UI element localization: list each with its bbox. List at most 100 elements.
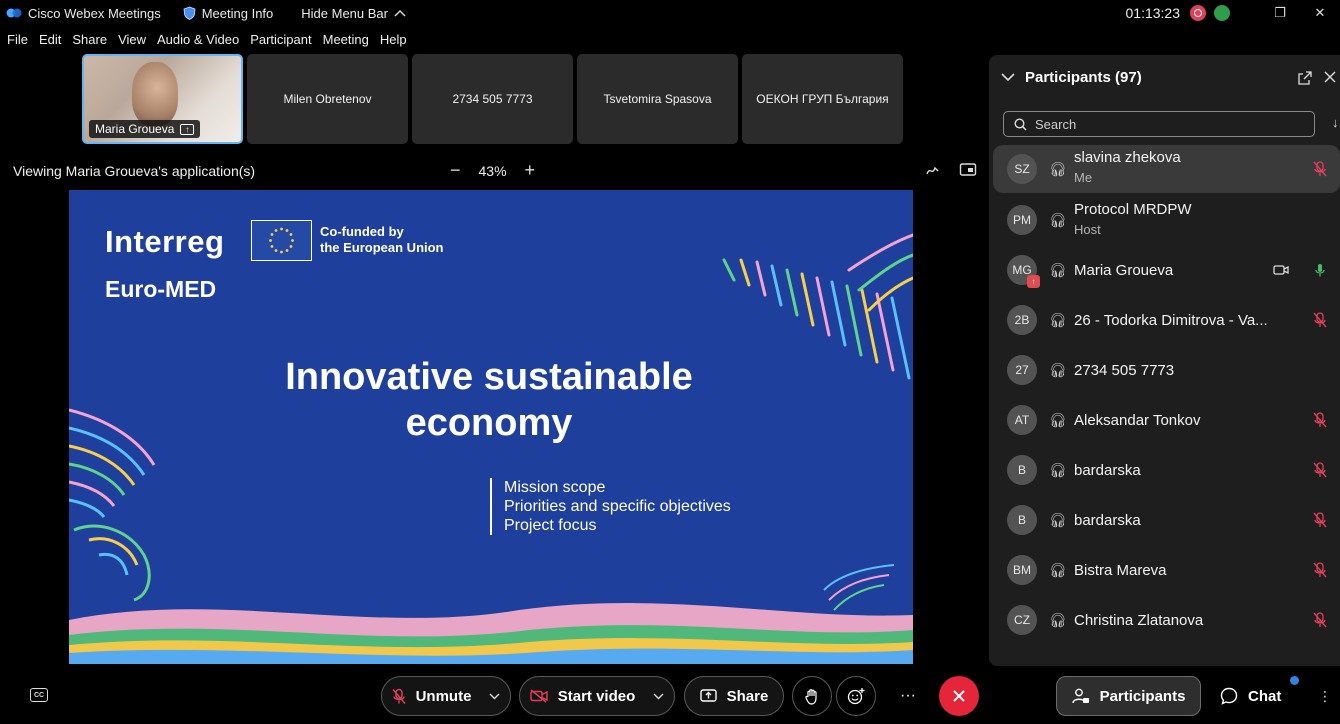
participant-role: Me: [1074, 170, 1093, 185]
thumbnail-name: 2734 505 7773: [452, 92, 533, 106]
headset-icon: 🎧︎: [1049, 311, 1067, 328]
avatar: PM: [1007, 205, 1037, 235]
mic-muted-icon[interactable]: [1313, 161, 1327, 177]
eu-flag: [251, 220, 312, 261]
headset-icon: 🎧︎: [1049, 261, 1067, 278]
menu-audio-video[interactable]: Audio & Video: [157, 32, 239, 52]
network-stats-icon[interactable]: [1214, 5, 1230, 21]
reactions-button[interactable]: [836, 676, 876, 716]
mic-muted-icon[interactable]: [1313, 512, 1327, 528]
chat-button[interactable]: Chat: [1220, 676, 1281, 716]
thumbnail-name: ОЕКОН ГРУП България: [756, 92, 889, 106]
avatar: 27: [1007, 355, 1037, 385]
unmute-label: Unmute: [415, 687, 472, 705]
participant-search-input[interactable]: Search: [1003, 111, 1315, 137]
participant-row[interactable]: BM 🎧︎ Bistra Mareva: [993, 545, 1340, 595]
restore-window-icon[interactable]: ❐: [1260, 5, 1300, 21]
leave-meeting-button[interactable]: [939, 676, 979, 716]
participant-row[interactable]: SZ 🎧︎ slavina zhekova Me: [993, 145, 1340, 193]
mic-active-icon[interactable]: [1315, 263, 1325, 277]
viewing-label: Viewing Maria Groueva's application(s): [13, 163, 256, 179]
shared-content: Interreg Euro-MED Co-funded by the Europ…: [69, 190, 913, 664]
participants-title: Participants (97): [1025, 69, 1142, 86]
participant-row[interactable]: MG ↑ 🎧︎ Maria Groueva: [993, 245, 1340, 295]
slide-title-line-2: economy: [405, 402, 573, 444]
start-video-button[interactable]: Start video: [519, 676, 675, 716]
zoom-control: − 43% +: [450, 160, 535, 181]
mic-muted-icon[interactable]: [1313, 462, 1327, 478]
headset-icon: 🎧︎: [1049, 561, 1067, 578]
meeting-info-label: Meeting Info: [201, 5, 274, 21]
mic-muted-icon: [392, 688, 406, 704]
unmute-button[interactable]: Unmute: [381, 676, 511, 716]
more-panels-icon[interactable]: ⋮: [1318, 688, 1332, 705]
recording-icon[interactable]: [1190, 5, 1206, 21]
thumbnail-participant[interactable]: ОЕКОН ГРУП България: [742, 54, 903, 144]
thumbnail-participant[interactable]: Tsvetomira Spasova: [577, 54, 738, 144]
participants-panel-header[interactable]: Participants (97): [1001, 69, 1142, 86]
participant-row[interactable]: PM 🎧︎ Protocol MRDPW Host: [993, 195, 1340, 245]
sort-icon[interactable]: ↓: [1332, 115, 1339, 130]
participant-row[interactable]: B 🎧︎ bardarska: [993, 495, 1340, 545]
zoom-in-button[interactable]: +: [525, 160, 536, 181]
pop-out-view-icon[interactable]: [959, 162, 977, 180]
raise-hand-button[interactable]: [792, 676, 832, 716]
headset-icon: 🎧︎: [1049, 461, 1067, 478]
menu-edit[interactable]: Edit: [39, 32, 61, 52]
mic-muted-icon[interactable]: [1313, 412, 1327, 428]
meeting-timer: 01:13:23: [1125, 5, 1181, 21]
close-panel-icon[interactable]: [1324, 71, 1336, 83]
participant-row[interactable]: B 🎧︎ bardarska: [993, 445, 1340, 495]
menu-file[interactable]: File: [7, 32, 28, 52]
thumbnail-name: Maria Groueva: [95, 122, 175, 136]
close-window-icon[interactable]: ✕: [1300, 5, 1340, 21]
headset-icon: 🎧︎: [1049, 511, 1067, 528]
headset-icon: 🎧︎: [1049, 361, 1067, 378]
pop-out-icon[interactable]: [1298, 71, 1312, 85]
app-title: Cisco Webex Meetings: [6, 6, 161, 21]
eu-line-1: Co-funded by: [320, 224, 404, 239]
slide-bullet: Project focus: [504, 517, 597, 534]
participant-row[interactable]: CZ 🎧︎ Christina Zlatanova: [993, 595, 1340, 645]
participants-icon: [1071, 688, 1089, 704]
participant-name: bardarska: [1074, 511, 1141, 529]
view-options: [925, 162, 977, 180]
participant-name: Maria Groueva: [1074, 261, 1174, 279]
slide-title: Innovative sustainable economy: [189, 354, 789, 446]
eu-cofunded-text: Co-funded by the European Union: [320, 224, 480, 256]
more-options-button[interactable]: ···: [888, 676, 928, 716]
share-button[interactable]: Share: [684, 676, 784, 716]
video-camera-icon[interactable]: [1273, 264, 1289, 276]
chevron-down-icon[interactable]: [489, 693, 500, 700]
meeting-info-button[interactable]: Meeting Info: [183, 5, 274, 21]
thumbnail-participant[interactable]: 2734 505 7773: [412, 54, 573, 144]
euromed-label: Euro-MED: [105, 276, 217, 302]
zoom-out-button[interactable]: −: [450, 160, 461, 181]
chevron-down-icon[interactable]: [653, 693, 664, 700]
menu-participant[interactable]: Participant: [250, 32, 311, 52]
mic-muted-icon[interactable]: [1313, 312, 1327, 328]
mic-muted-icon[interactable]: [1313, 612, 1327, 628]
hide-menu-bar-button[interactable]: Hide Menu Bar: [301, 6, 406, 21]
participants-button[interactable]: Participants: [1056, 676, 1201, 716]
closed-captions-icon[interactable]: CC: [30, 688, 48, 702]
menu-meeting[interactable]: Meeting: [323, 32, 369, 52]
mic-muted-icon[interactable]: [1313, 562, 1327, 578]
menu-help[interactable]: Help: [380, 32, 407, 52]
participant-row[interactable]: AT 🎧︎ Aleksandar Tonkov: [993, 395, 1340, 445]
participant-name: bardarska: [1074, 461, 1141, 479]
annotate-icon[interactable]: [925, 162, 943, 180]
avatar: B: [1007, 455, 1037, 485]
participant-name: Protocol MRDPW: [1074, 201, 1192, 218]
menu-view[interactable]: View: [118, 32, 146, 52]
participant-row[interactable]: 27 🎧︎ 2734 505 7773: [993, 345, 1340, 395]
participant-row[interactable]: 2B 🎧︎ 26 - Todorka Dimitrova - Va...: [993, 295, 1340, 345]
share-screen-icon: [699, 688, 717, 702]
menu-share[interactable]: Share: [72, 32, 107, 52]
participants-label: Participants: [1099, 687, 1186, 705]
search-placeholder: Search: [1035, 116, 1077, 132]
thumbnail-participant[interactable]: Milen Obretenov: [247, 54, 408, 144]
sharing-icon: ↑: [180, 123, 195, 135]
sharing-badge-icon: ↑: [1027, 275, 1040, 288]
thumbnail-active-speaker[interactable]: Maria Groueva ↑: [82, 54, 243, 144]
